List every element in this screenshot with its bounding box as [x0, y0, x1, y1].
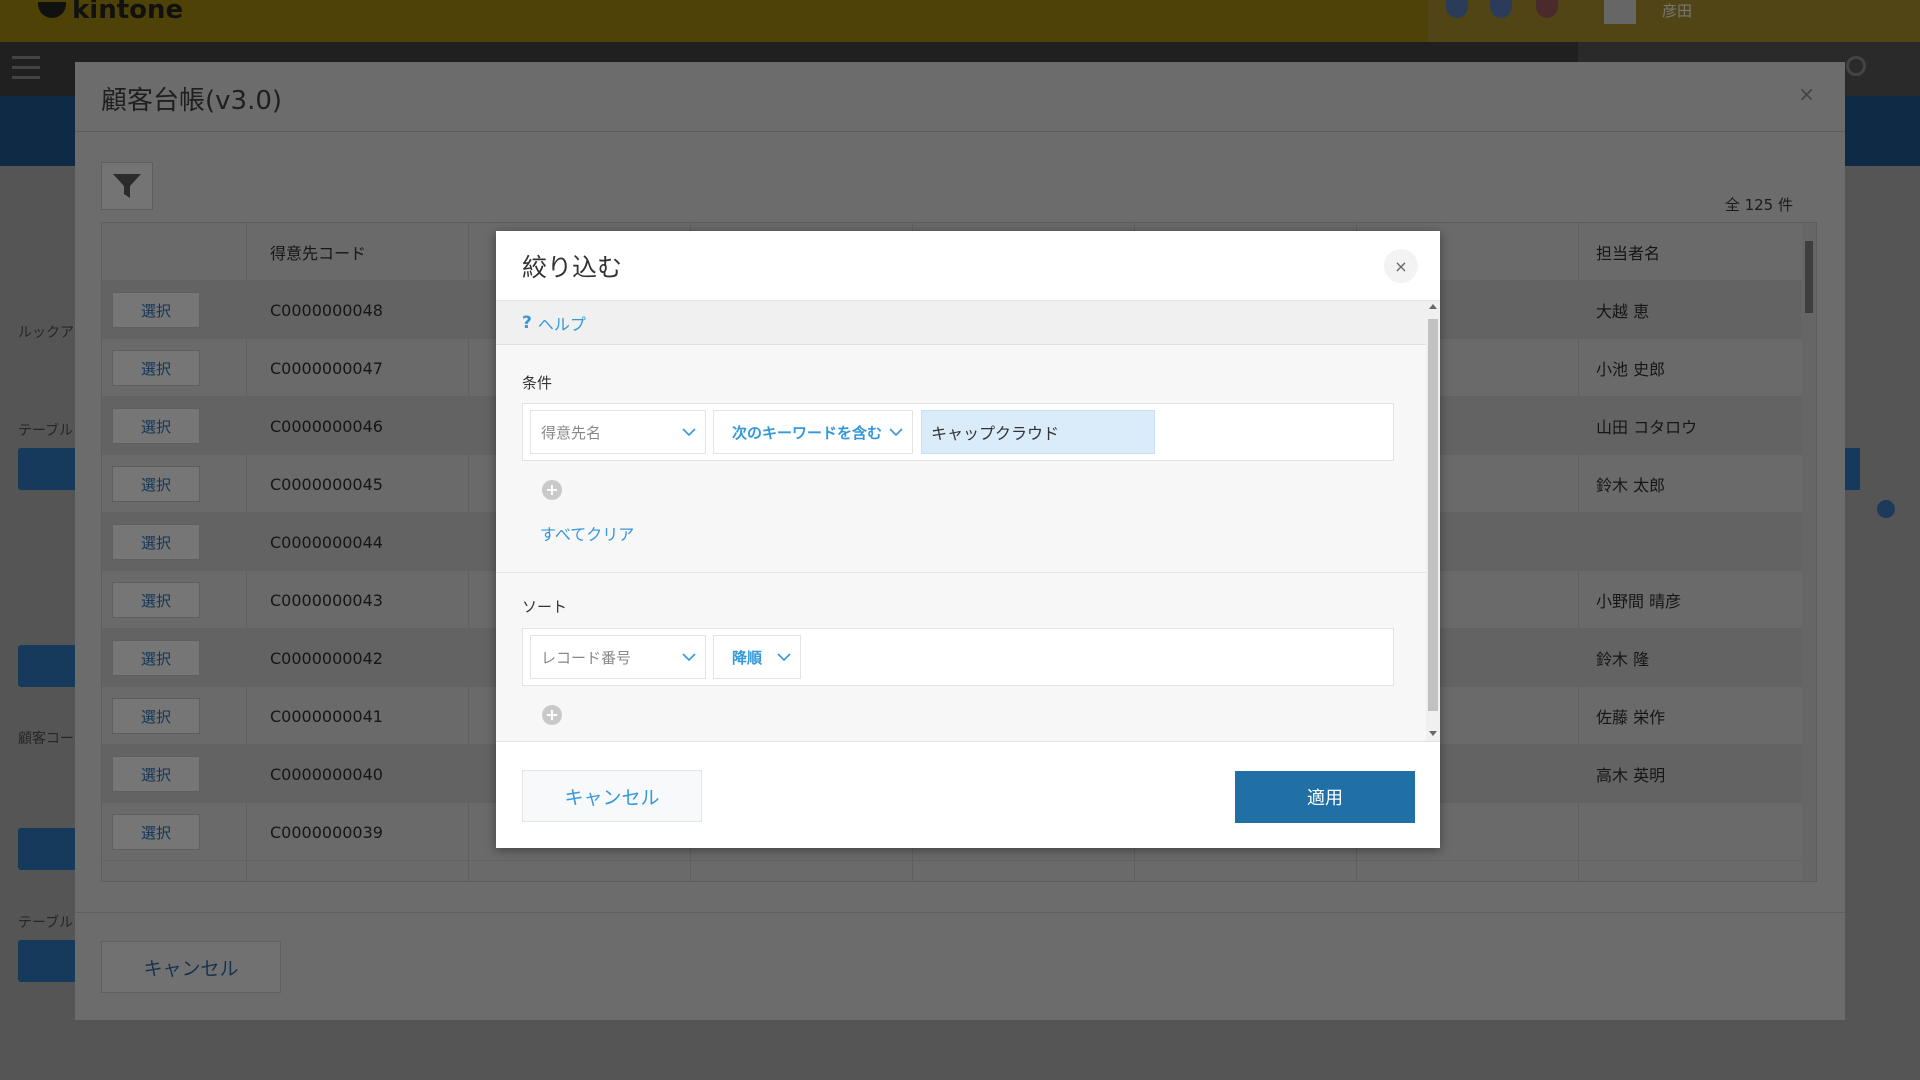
filter-dialog-footer: キャンセル 適用: [496, 741, 1440, 848]
customer-code: C0000000044: [270, 532, 383, 552]
total-count: 全 125 件: [1724, 196, 1793, 214]
add-condition-icon[interactable]: +: [542, 480, 562, 500]
bg-product-button[interactable]: [18, 828, 78, 870]
brand-name: kintone: [72, 0, 184, 25]
lookup-cancel-button[interactable]: キャンセル: [101, 941, 281, 993]
bg-lookup-button[interactable]: [18, 448, 78, 490]
chevron-down-icon: [682, 428, 696, 437]
sort-order-value: 降順: [732, 648, 763, 667]
apply-button[interactable]: 適用: [1235, 771, 1415, 823]
filter-button[interactable]: [101, 162, 153, 210]
filter-dialog-body: ? ヘルプ 条件 得意先名 次のキーワードを含む キャップクラウド + すべてク…: [496, 301, 1440, 741]
sort-order-select[interactable]: 降順: [713, 635, 801, 679]
customer-code: C0000000043: [270, 590, 383, 610]
sort-row: レコード番号 降順: [522, 628, 1394, 686]
kintone-logo-icon: [38, 2, 66, 18]
select-button[interactable]: 選択: [112, 640, 200, 676]
select-button[interactable]: 選択: [112, 292, 200, 328]
close-icon[interactable]: ×: [1384, 249, 1418, 283]
condition-field-value: 得意先名: [541, 423, 602, 442]
table-scrollbar[interactable]: [1802, 223, 1816, 881]
customer-code: C0000000042: [270, 648, 383, 668]
condition-row: 得意先名 次のキーワードを含む キャップクラウド: [522, 403, 1394, 461]
select-button[interactable]: 選択: [112, 350, 200, 386]
bg-field-label: 顧客コー: [18, 731, 74, 747]
keyword-value: キャップクラウド: [931, 424, 1060, 443]
close-icon[interactable]: ×: [1798, 82, 1815, 106]
filter-dialog-header: 絞り込む ×: [496, 231, 1440, 301]
lookup-dialog-header: 顧客台帳(v3.0) ×: [75, 62, 1845, 132]
lookup-dialog-title: 顧客台帳(v3.0): [101, 86, 283, 116]
customer-code: C0000000039: [270, 822, 383, 842]
owner-name: 山田 コタロウ: [1596, 418, 1698, 437]
customer-code: C0000000046: [270, 416, 383, 436]
help-icon[interactable]: ?: [522, 313, 532, 333]
sort-label: ソート: [522, 598, 568, 616]
owner-name: 佐藤 栄作: [1596, 708, 1666, 727]
avatar[interactable]: [1604, 0, 1636, 24]
column-header-owner: 担当者名: [1596, 244, 1661, 263]
condition-operator-value: 次のキーワードを含む: [732, 423, 883, 442]
filter-dialog-title: 絞り込む: [522, 253, 623, 282]
sort-field-value: レコード番号: [541, 648, 632, 667]
owner-name: 小池 史郎: [1596, 360, 1666, 379]
username[interactable]: 彦田: [1662, 0, 1692, 21]
column-header-code: 得意先コード: [270, 244, 367, 263]
help-link[interactable]: ヘルプ: [538, 311, 586, 335]
funnel-icon: [113, 174, 141, 198]
select-button[interactable]: 選択: [112, 582, 200, 618]
search-icon[interactable]: [1846, 56, 1866, 76]
chevron-down-icon: [777, 653, 791, 662]
customer-code: C0000000048: [270, 300, 383, 320]
customer-code: C0000000045: [270, 474, 383, 494]
kintone-logo[interactable]: kintone: [38, 0, 183, 25]
chevron-down-icon: [682, 653, 696, 662]
add-sort-icon[interactable]: +: [542, 705, 562, 725]
menu-icon[interactable]: [12, 56, 40, 80]
customer-code: C0000000040: [270, 764, 383, 784]
clear-all-link[interactable]: すべてクリア: [540, 521, 634, 545]
customer-code: C0000000047: [270, 358, 383, 378]
condition-operator-select[interactable]: 次のキーワードを含む: [713, 410, 913, 454]
filter-scrollbar[interactable]: [1426, 301, 1440, 741]
select-button[interactable]: 選択: [112, 814, 200, 850]
conditions-label: 条件: [522, 374, 553, 392]
bg-field-label: テーブル: [18, 915, 74, 931]
condition-field-select[interactable]: 得意先名: [530, 410, 706, 454]
owner-name: 高木 英明: [1596, 766, 1666, 785]
owner-name: 鈴木 太郎: [1596, 476, 1666, 495]
filter-dialog: 絞り込む × ? ヘルプ 条件 得意先名 次のキーワードを含む キャップクラウド…: [496, 231, 1440, 848]
select-button[interactable]: 選択: [112, 466, 200, 502]
select-button[interactable]: 選択: [112, 524, 200, 560]
bg-side-button[interactable]: [1844, 448, 1860, 490]
bg-add-row-icon[interactable]: [1877, 500, 1895, 518]
cancel-button[interactable]: キャンセル: [522, 770, 702, 822]
bg-field-label: テーブル: [18, 423, 74, 439]
owner-name: 小野間 晴彦: [1596, 592, 1682, 611]
bg-field-label: ルックア: [18, 325, 74, 341]
owner-name: 大越 恵: [1596, 302, 1650, 321]
app-header: kintone 彦田: [0, 0, 1920, 42]
select-button[interactable]: 選択: [112, 408, 200, 444]
bg-customer-button[interactable]: [18, 645, 78, 687]
select-button[interactable]: 選択: [112, 698, 200, 734]
chevron-down-icon: [889, 428, 903, 437]
lookup-dialog-footer: キャンセル: [75, 912, 1845, 1020]
keyword-input[interactable]: キャップクラウド: [921, 410, 1155, 454]
scroll-up-icon[interactable]: [1429, 304, 1437, 309]
customer-code: C0000000041: [270, 706, 383, 726]
scroll-down-icon[interactable]: [1429, 731, 1437, 736]
bg-product-code-button[interactable]: [18, 940, 78, 982]
owner-name: 鈴木 隆: [1596, 650, 1650, 669]
help-bar: ? ヘルプ: [496, 301, 1426, 345]
select-button[interactable]: 選択: [112, 756, 200, 792]
sort-field-select[interactable]: レコード番号: [530, 635, 706, 679]
